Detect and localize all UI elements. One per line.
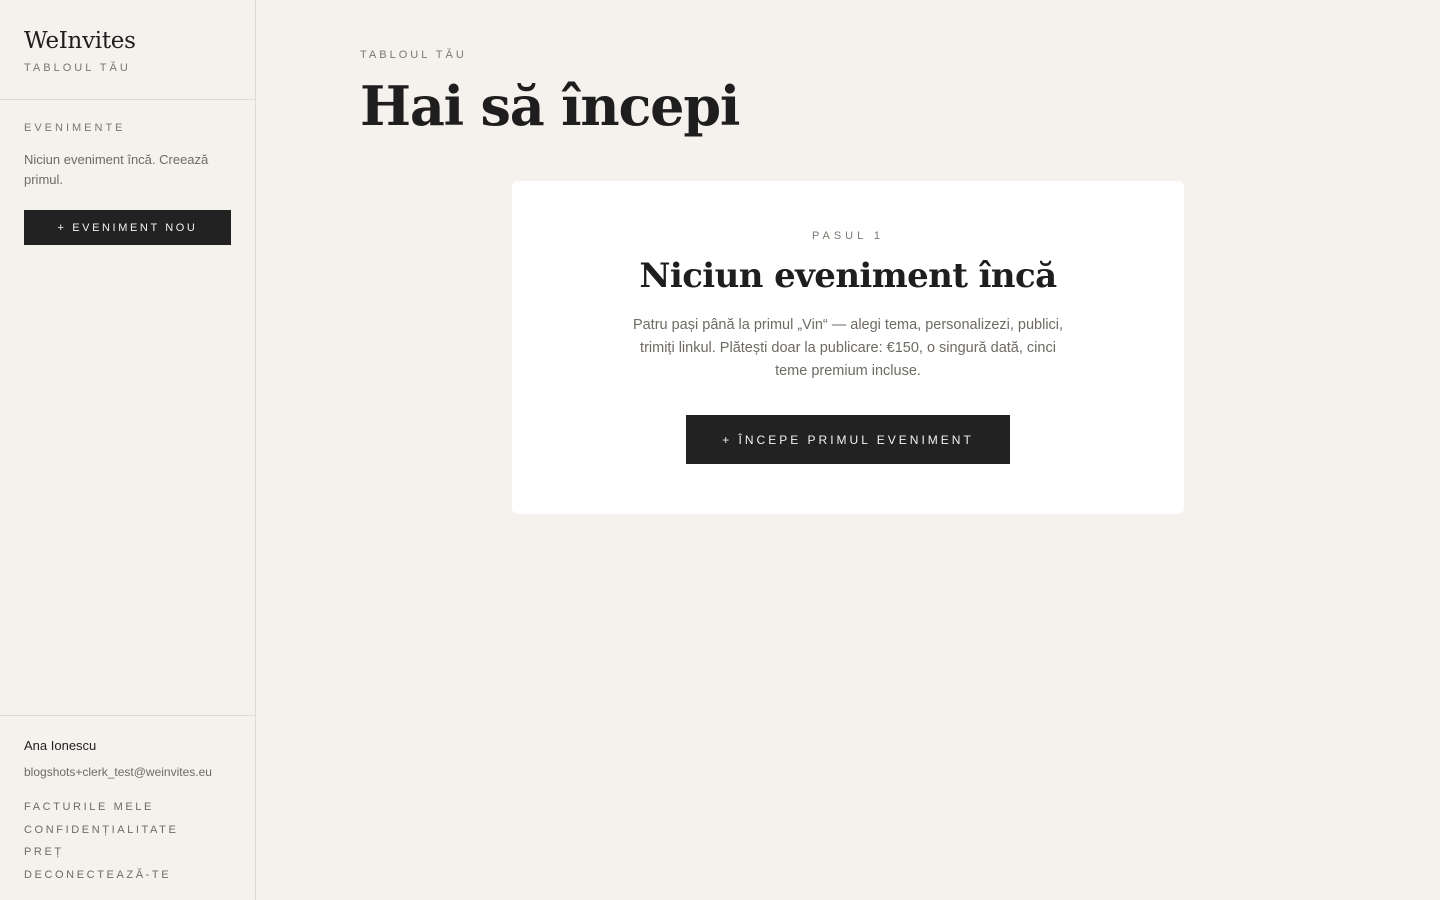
brand-logo[interactable]: WeInvites (24, 28, 231, 54)
events-section-label: EVENIMENTE (24, 122, 126, 134)
new-event-button[interactable]: + EVENIMENT NOU (24, 210, 231, 245)
empty-state-title: Niciun eveniment încă (639, 256, 1057, 296)
start-first-event-button[interactable]: + ÎNCEPE PRIMUL EVENIMENT (686, 415, 1010, 464)
empty-state-description: Patru pași până la primul „Vin“ — alegi … (632, 317, 1064, 379)
user-panel: Ana Ionescu blogshots+clerk_test@weinvit… (0, 715, 255, 900)
invoices-link[interactable]: FACTURILE MELE (24, 796, 231, 819)
privacy-link[interactable]: CONFIDENȚIALITATE (24, 819, 231, 842)
step-label: PASUL 1 (811, 230, 885, 242)
events-empty-note: Niciun eveniment încă. Creează primul. (24, 152, 209, 187)
account-links: FACTURILE MELE CONFIDENȚIALITATE PREȚ DE… (24, 796, 231, 886)
empty-state-card: PASUL 1 Niciun eveniment încă Patru pași… (512, 181, 1184, 514)
user-email: blogshots+clerk_test@weinvites.eu (24, 765, 212, 779)
page-title: Hai să începi (360, 74, 740, 138)
brand-subtitle: TABLOUL TĂU (24, 62, 131, 74)
brand-block: WeInvites TABLOUL TĂU (0, 0, 255, 100)
user-name: Ana Ionescu (24, 738, 97, 753)
events-section: EVENIMENTE Niciun eveniment încă. Creeaz… (0, 100, 255, 245)
pricing-link[interactable]: PREȚ (24, 841, 231, 864)
sidebar: WeInvites TABLOUL TĂU EVENIMENTE Niciun … (0, 0, 256, 900)
main-content: TABLOUL TĂU Hai să începi PASUL 1 Niciun… (256, 0, 1440, 900)
page-eyebrow: TABLOUL TĂU (360, 49, 467, 61)
logout-link[interactable]: DECONECTEAZĂ-TE (24, 864, 231, 887)
